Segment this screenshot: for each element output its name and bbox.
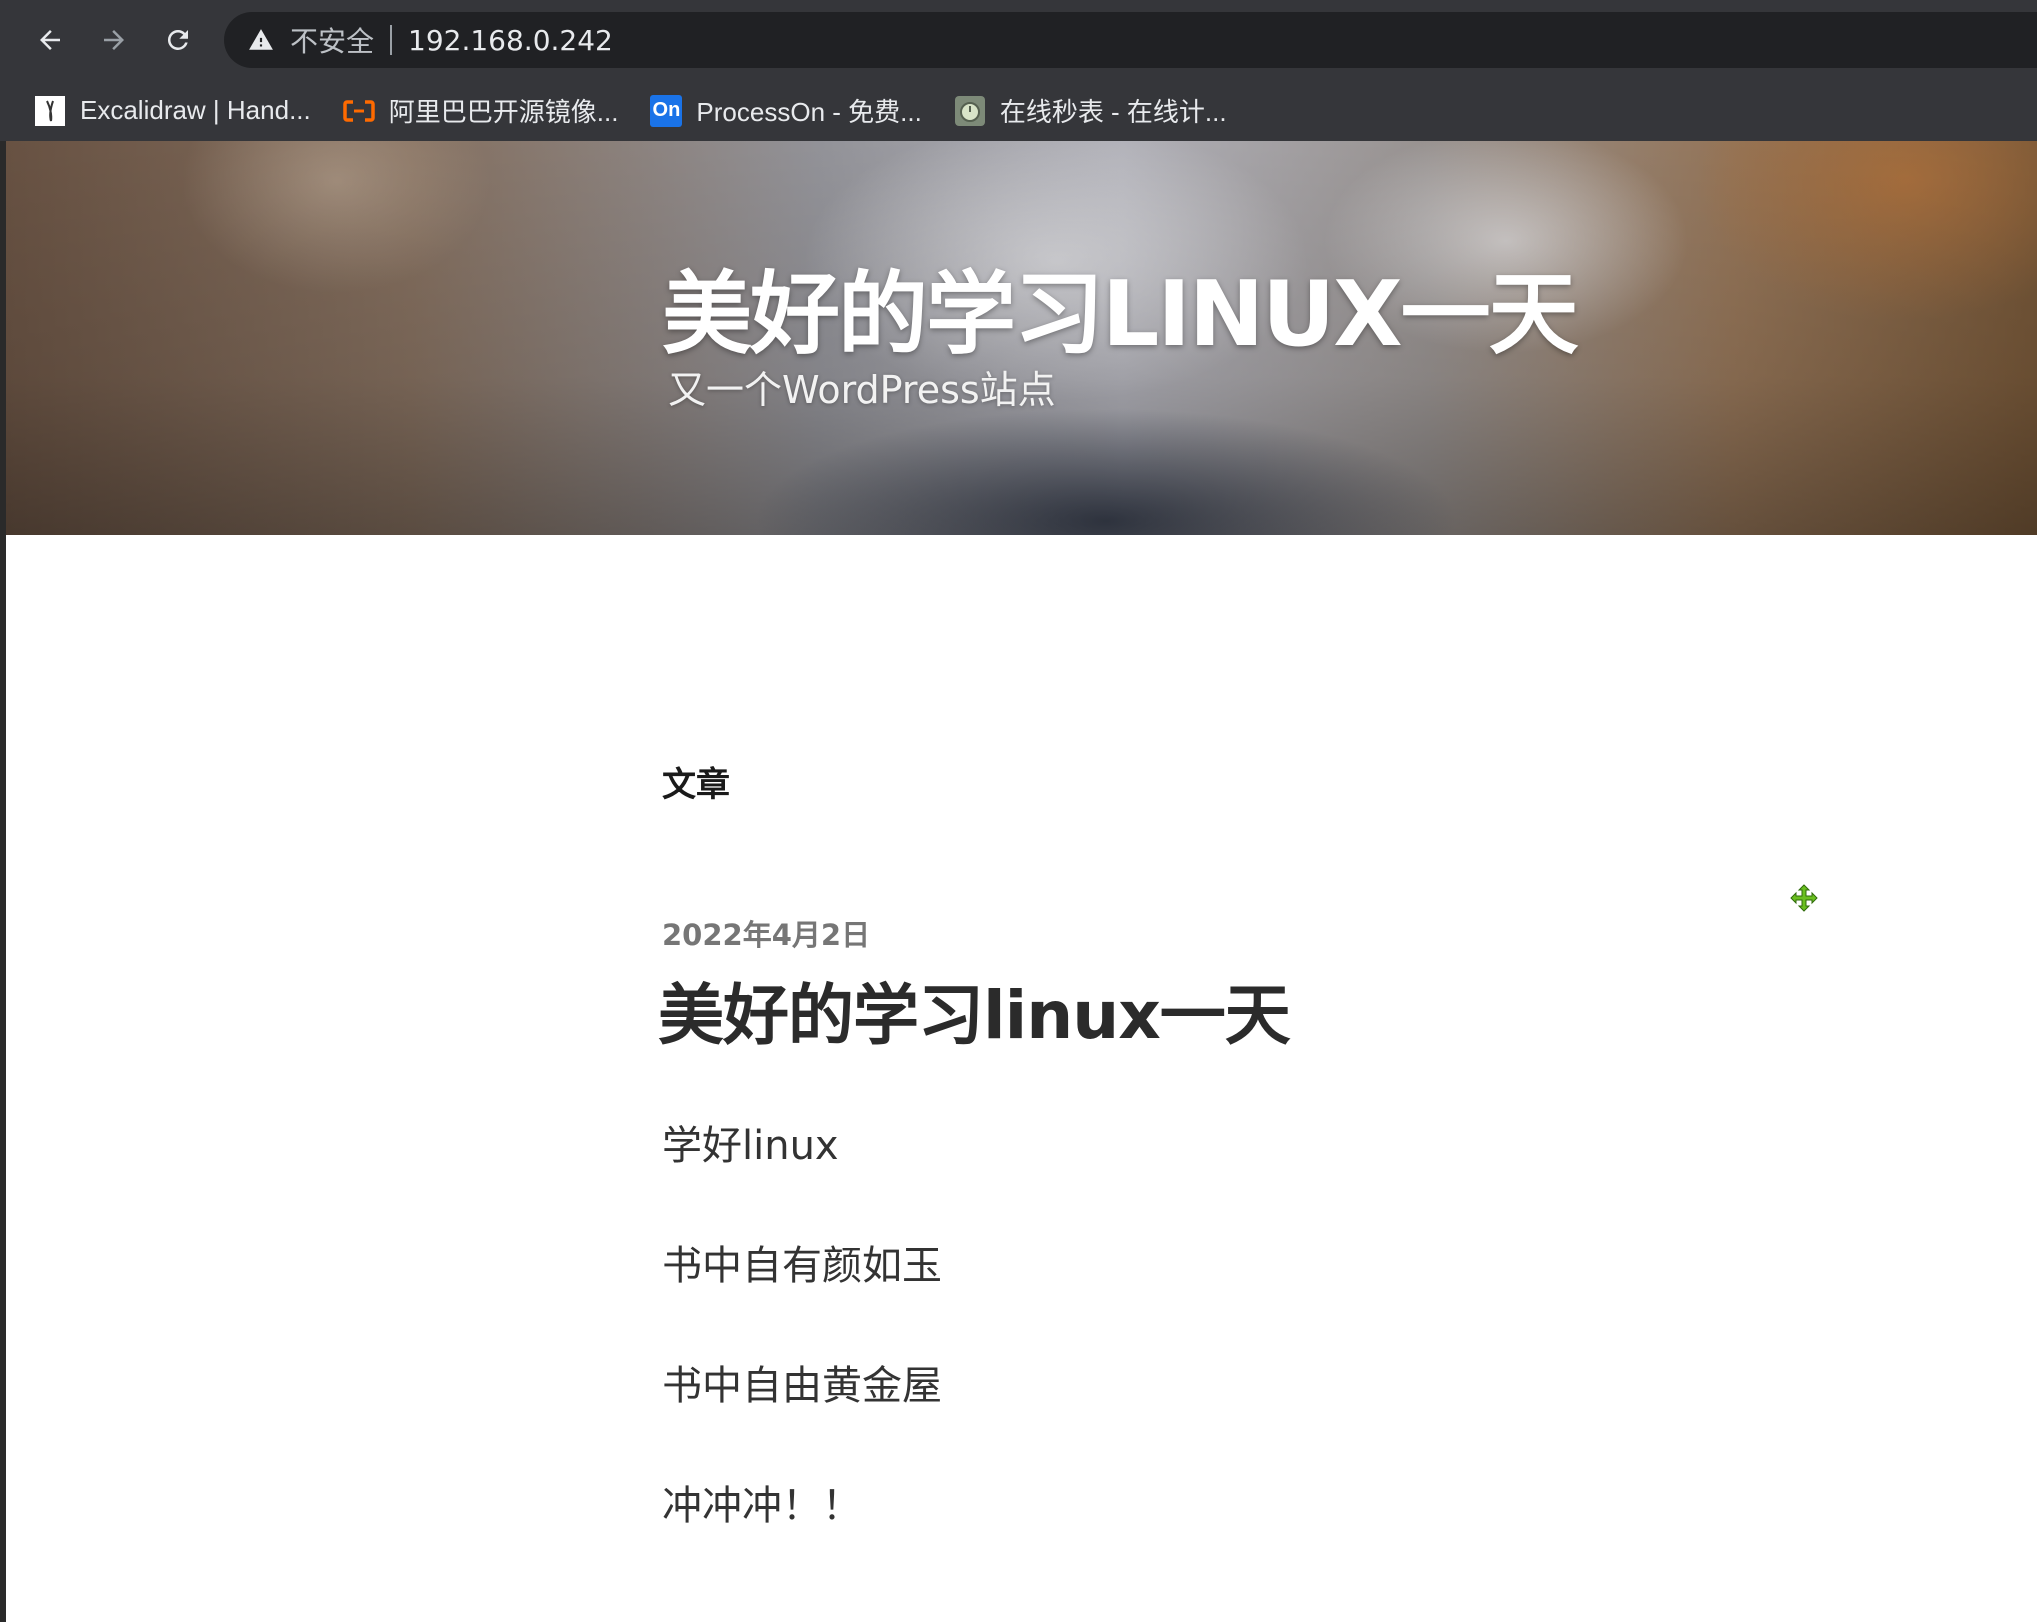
omnibox-divider	[390, 25, 393, 55]
post-paragraph: 书中自由黄金屋	[662, 1363, 942, 1409]
processon-icon: On	[650, 94, 683, 127]
stopwatch-icon	[954, 95, 986, 127]
bookmark-processon[interactable]: On ProcessOn - 免费...	[650, 89, 935, 133]
post-title[interactable]: 美好的学习linux一天	[658, 962, 1291, 1058]
site-title[interactable]: 美好的学习LINUX一天	[662, 241, 1579, 371]
bookmarks-bar: Excalidraw | Hand... 阿里巴巴开源镜像... On Proc…	[0, 80, 2037, 141]
move-cursor-icon	[1790, 884, 1818, 912]
excalidraw-icon	[34, 95, 66, 127]
reload-icon	[167, 29, 188, 50]
bookmark-label: ProcessOn - 免费...	[696, 97, 922, 127]
bookmark-excalidraw[interactable]: Excalidraw | Hand...	[34, 89, 325, 133]
site-header-banner: 美好的学习LINUX一天 又一个WordPress站点	[6, 141, 2037, 535]
address-bar[interactable]: 不安全 192.168.0.242	[224, 12, 2037, 68]
warning-triangle-icon[interactable]	[248, 26, 276, 54]
browser-toolbar: 不安全 192.168.0.242	[0, 0, 2037, 80]
bookmark-stopwatch[interactable]: 在线秒表 - 在线计...	[954, 89, 1241, 133]
site-tagline: 又一个WordPress站点	[668, 368, 1056, 412]
post-date[interactable]: 2022年4月2日	[662, 912, 870, 954]
bookmark-label: Excalidraw | Hand...	[80, 95, 311, 125]
security-label[interactable]: 不安全	[290, 20, 374, 60]
bookmark-label: 阿里巴巴开源镜像...	[388, 97, 619, 127]
url-text[interactable]: 192.168.0.242	[408, 24, 613, 57]
back-button[interactable]	[28, 18, 72, 62]
arrow-left-icon	[40, 30, 60, 50]
post-paragraph: 冲冲冲！！	[662, 1483, 862, 1529]
browser-chrome: 不安全 192.168.0.242 Excalidraw | Hand... 阿…	[0, 0, 2037, 141]
post-paragraph: 书中自有颜如玉	[662, 1243, 942, 1289]
post-paragraph: 学好linux	[662, 1123, 839, 1169]
forward-button[interactable]	[92, 18, 136, 62]
bookmark-label: 在线秒表 - 在线计...	[999, 97, 1227, 127]
section-heading: 文章	[662, 765, 730, 805]
bookmark-aliyun-mirror[interactable]: 阿里巴巴开源镜像...	[343, 89, 633, 133]
aliyun-icon	[343, 95, 375, 127]
reload-button[interactable]	[156, 18, 200, 62]
arrow-right-icon	[104, 30, 124, 50]
